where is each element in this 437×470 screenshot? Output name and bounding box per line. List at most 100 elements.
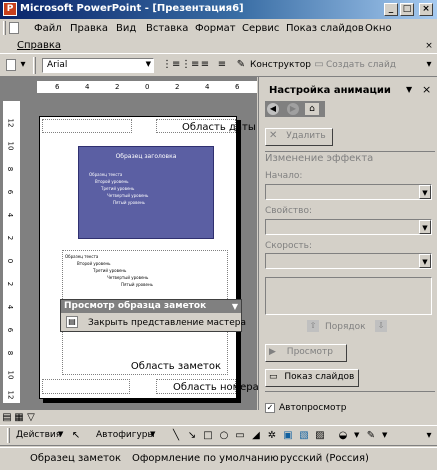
- ruler-label: 6: [55, 83, 60, 91]
- move-down-icon[interactable]: ⇩: [375, 320, 387, 332]
- chevron-down-icon[interactable]: ▼: [232, 300, 238, 313]
- notes-master-toolbar-header[interactable]: Просмотр образца заметок ▼: [61, 300, 241, 313]
- animation-list[interactable]: [265, 277, 432, 315]
- minimize-button[interactable]: _: [384, 3, 398, 16]
- menu-window[interactable]: Окно: [365, 23, 392, 34]
- preview-button[interactable]: ▶ Просмотр: [265, 344, 347, 362]
- header-area[interactable]: [42, 119, 132, 133]
- select-objects-icon[interactable]: ↖: [70, 430, 82, 442]
- toolbar-options-icon[interactable]: ▾: [424, 430, 434, 442]
- chevron-down-icon[interactable]: ▼: [419, 185, 431, 199]
- ruler-label: 4: [6, 304, 15, 310]
- back-icon[interactable]: ◀: [267, 103, 279, 115]
- master-layout-icon[interactable]: ▤: [66, 316, 78, 328]
- ruler-label: 6: [6, 327, 15, 333]
- menu-edit-alt[interactable]: Правка: [70, 23, 108, 34]
- menu-format[interactable]: Формат: [195, 23, 236, 34]
- clipart-icon[interactable]: ▣: [282, 430, 294, 442]
- designer-icon[interactable]: ✎: [234, 59, 248, 71]
- horizontal-ruler: 6 4 2 0 2 4 6: [37, 81, 257, 94]
- chevron-down-icon[interactable]: ▼: [146, 60, 151, 68]
- autopreview-checkbox[interactable]: ✓: [265, 403, 275, 413]
- toolbar-grip[interactable]: [3, 21, 6, 35]
- close-icon[interactable]: ×: [422, 83, 431, 96]
- property-label: Свойство:: [265, 206, 312, 216]
- drawing-toolbar: Действия ▼ ↖ Автофигуры ▼ ╲ ↘ □ ○ ▭ ◢ ✲ …: [0, 425, 437, 446]
- menu-slideshow[interactable]: Показ слайдов: [286, 23, 364, 34]
- increase-indent-icon[interactable]: ≡: [216, 59, 228, 71]
- play-icon: ▶: [269, 347, 276, 357]
- autoshapes-menu[interactable]: Автофигуры: [96, 430, 155, 440]
- start-select[interactable]: ▼: [265, 184, 432, 200]
- forward-icon[interactable]: ▶: [287, 103, 299, 115]
- menu-help[interactable]: Справка: [17, 40, 61, 51]
- actions-menu[interactable]: Действия: [16, 430, 61, 440]
- home-icon[interactable]: ⌂: [305, 103, 319, 115]
- ruler-label: 8: [6, 166, 15, 172]
- menu-close-icon[interactable]: ×: [424, 40, 434, 51]
- new-document-icon[interactable]: [6, 59, 16, 71]
- toolbar-options-icon[interactable]: ▾: [424, 59, 434, 71]
- speed-select[interactable]: ▼: [265, 253, 432, 269]
- slide-bullet: Пятый уровень: [113, 200, 145, 205]
- wordart-icon[interactable]: ◢: [250, 430, 262, 442]
- slideshow-view-icon[interactable]: ▽: [26, 412, 36, 423]
- menu-view[interactable]: Вид: [116, 23, 136, 34]
- property-select[interactable]: ▼: [265, 219, 432, 235]
- notes-line: Второй уровень: [77, 261, 111, 266]
- toolbar-grip[interactable]: [7, 428, 10, 443]
- task-pane: Настройка анимации ▼ × ◀ ▶ ⌂ ✕ Удалить И…: [258, 77, 437, 413]
- remove-button[interactable]: ✕ Удалить: [265, 128, 333, 146]
- line-icon[interactable]: ╲: [170, 430, 182, 442]
- bullets-icon[interactable]: ⋮≡: [181, 59, 199, 71]
- menu-tools[interactable]: Сервис: [242, 23, 279, 34]
- start-label: Начало:: [265, 171, 303, 181]
- new-slide-button[interactable]: Создать слайд: [326, 60, 396, 70]
- slideshow-button[interactable]: ▭ Показ слайдов: [265, 369, 359, 387]
- ruler-label: 6: [6, 189, 15, 195]
- designer-button[interactable]: Конструктор: [250, 60, 311, 70]
- menu-file[interactable]: Файл: [34, 23, 62, 34]
- notes-area-label: Область заметок: [130, 361, 221, 372]
- number-area[interactable]: Область номера: [156, 379, 259, 394]
- normal-view-icon[interactable]: ▤: [2, 412, 12, 423]
- chevron-down-icon[interactable]: ▼: [58, 430, 63, 438]
- slide-image[interactable]: Образец заголовка Образец текста Второй …: [78, 146, 214, 239]
- menu-insert[interactable]: Вставка: [146, 23, 188, 34]
- oval-icon[interactable]: ○: [218, 430, 230, 442]
- rectangle-icon[interactable]: □: [202, 430, 214, 442]
- diagram-icon[interactable]: ✲: [266, 430, 278, 442]
- chevron-down-icon[interactable]: ▼: [354, 431, 359, 439]
- font-select[interactable]: Arial ▼: [42, 58, 154, 73]
- toolbar-options-icon[interactable]: ▾: [19, 59, 27, 71]
- slideshow-icon: ▭: [269, 372, 278, 382]
- close-master-view-button[interactable]: Закрыть представление мастера: [88, 318, 246, 328]
- notes-page[interactable]: Область даты Образец заголовка Образец т…: [39, 116, 259, 399]
- status-view: Образец заметок: [30, 453, 122, 464]
- fill-color-icon[interactable]: ◒: [336, 430, 350, 442]
- date-area[interactable]: Область даты: [156, 119, 256, 133]
- move-up-icon[interactable]: ⇧: [307, 320, 319, 332]
- chevron-down-icon[interactable]: ▼: [382, 431, 387, 439]
- chevron-down-icon[interactable]: ▼: [406, 85, 412, 94]
- chevron-down-icon[interactable]: ▼: [419, 220, 431, 234]
- new-slide-icon[interactable]: ▭: [313, 59, 325, 71]
- close-button[interactable]: ×: [419, 3, 433, 16]
- decrease-indent-icon[interactable]: ≡: [199, 59, 211, 71]
- document-icon[interactable]: [9, 22, 19, 34]
- view-buttons: ▤ ▦ ▽: [2, 412, 47, 424]
- picture-icon[interactable]: ▧: [298, 430, 310, 442]
- insert-image-icon[interactable]: ▨: [314, 430, 326, 442]
- slide-sorter-icon[interactable]: ▦: [14, 412, 24, 423]
- numbering-icon[interactable]: ⋮≡: [162, 59, 180, 71]
- maximize-button[interactable]: □: [400, 3, 414, 16]
- toolbar-grip[interactable]: [33, 57, 36, 74]
- ruler-label: 12: [6, 118, 15, 128]
- arrow-icon[interactable]: ↘: [186, 430, 198, 442]
- powerpoint-icon[interactable]: P: [3, 2, 17, 16]
- line-color-icon[interactable]: ✎: [364, 430, 378, 442]
- chevron-down-icon[interactable]: ▼: [150, 430, 155, 438]
- chevron-down-icon[interactable]: ▼: [419, 254, 431, 268]
- textbox-icon[interactable]: ▭: [234, 430, 246, 442]
- footer-area[interactable]: [42, 379, 130, 394]
